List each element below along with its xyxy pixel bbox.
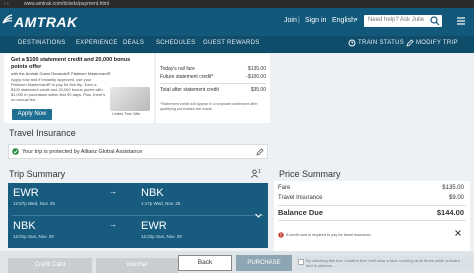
- chevron-down-icon[interactable]: ▾: [355, 17, 358, 23]
- hamburger-menu-icon[interactable]: [456, 16, 466, 26]
- check-circle-icon: [12, 148, 19, 155]
- totals-label-after-credit: Total after statement credit: [160, 87, 219, 93]
- edit-insurance-icon[interactable]: [256, 148, 264, 156]
- segment-1-arrival: 1:17p Wed, Nov. 25: [141, 201, 181, 206]
- segment-2-departure: 12:01p Sun, Nov. 29: [13, 234, 54, 239]
- insurance-card-note: A credit card is required to pay for tra…: [286, 233, 372, 237]
- segment-1-destination: NBK: [141, 187, 164, 199]
- fare-label: Fare: [278, 185, 291, 191]
- promo-card-caption: Limited Time Offer: [112, 112, 141, 116]
- modify-trip-link[interactable]: MODIFY TRIP: [416, 40, 458, 46]
- segment-2-origin: NBK: [13, 220, 36, 232]
- insurance-value: $9.00: [448, 195, 464, 201]
- terms-checkbox[interactable]: [298, 259, 304, 265]
- voucher-tab[interactable]: Voucher: [96, 258, 178, 273]
- totals-label-rail-fare: Today's rail fare: [160, 66, 195, 72]
- totals-value-credit: -$100.00: [246, 74, 266, 80]
- totals-footnote: *Statement credit will appear in a separ…: [160, 102, 258, 111]
- trip-summary-panel: EWR 12:57p Wed, Nov. 25 → NBK 1:17p Wed,…: [8, 183, 268, 248]
- promo-title: Get a $100 statement credit and 20,000 b…: [11, 57, 131, 70]
- join-link[interactable]: Join: [284, 17, 297, 24]
- segment-2-destination: EWR: [141, 220, 167, 232]
- price-divider: [278, 220, 466, 221]
- fare-value: $135.00: [442, 185, 464, 191]
- segment-1-origin: EWR: [13, 187, 39, 199]
- promo-body: Apply now and if instantly approved, use…: [11, 77, 106, 102]
- traveler-count: 1: [258, 169, 261, 175]
- terms-checkbox-text[interactable]: By checking this box I confirm that I wi…: [296, 256, 472, 270]
- search-icon[interactable]: [430, 16, 440, 26]
- sign-in-link[interactable]: Sign in: [305, 17, 326, 24]
- balance-due-label: Balance Due: [278, 208, 324, 217]
- info-icon: [278, 232, 284, 238]
- price-divider: [278, 205, 466, 206]
- promo-subtitle: with the Amtrak Guest Rewards® Platinum …: [11, 71, 111, 76]
- credit-card-image: [110, 87, 150, 111]
- nav-schedules[interactable]: SCHEDULES: [156, 40, 195, 46]
- nav-deals[interactable]: DEALS: [123, 40, 144, 46]
- totals-value-after-credit: $35.00: [250, 87, 266, 93]
- train-status-link[interactable]: TRAIN STATUS: [358, 40, 404, 46]
- travel-insurance-text: Your trip is protected by Allianz Global…: [22, 149, 143, 155]
- travel-insurance-title: Travel Insurance: [9, 128, 76, 138]
- pencil-icon[interactable]: [406, 39, 414, 47]
- chevron-down-icon[interactable]: [254, 211, 263, 220]
- arrow-right-icon: →: [109, 220, 117, 229]
- browser-nav-arrows[interactable]: ‹ ›: [4, 0, 9, 8]
- nav-experience[interactable]: EXPERIENCE: [76, 40, 118, 46]
- statement-credit-totals: Today's rail fare $135.00 Future stateme…: [156, 54, 270, 123]
- header-divider: |: [298, 17, 300, 24]
- train-status-icon[interactable]: [348, 39, 356, 47]
- purchase-button[interactable]: PURCHASE: [236, 255, 292, 271]
- totals-value-rail-fare: $135.00: [247, 66, 266, 72]
- arrow-right-icon: →: [109, 187, 117, 196]
- trip-divider: [12, 215, 264, 216]
- back-button[interactable]: Back: [178, 255, 232, 271]
- segment-1-departure: 12:57p Wed, Nov. 25: [13, 201, 55, 206]
- travel-insurance-bar: Your trip is protected by Allianz Global…: [8, 144, 268, 159]
- price-summary-panel: Fare $135.00 Travel Insurance $9.00 Bala…: [274, 181, 470, 251]
- totals-label-credit: Future statement credit*: [160, 74, 214, 80]
- segment-2-arrival: 12:22p Sun, Nov. 29: [141, 234, 182, 239]
- url-text[interactable]: www.amtrak.com/tickets/payment.html: [24, 0, 109, 8]
- nav-destinations[interactable]: DESTINATIONS: [18, 40, 66, 46]
- insurance-label: Travel Insurance: [278, 195, 323, 201]
- amtrak-logo-icon[interactable]: [2, 14, 13, 24]
- browser-url-bar[interactable]: ‹ › www.amtrak.com/tickets/payment.html: [0, 0, 474, 8]
- credit-card-tab[interactable]: Credit Card: [8, 258, 92, 273]
- trip-summary-title: Trip Summary: [9, 169, 66, 179]
- close-icon[interactable]: [454, 229, 462, 237]
- price-summary-title: Price Summary: [279, 169, 341, 179]
- totals-divider: [160, 83, 266, 84]
- amtrak-logo-text[interactable]: AMTRAK: [14, 14, 78, 30]
- apply-now-button[interactable]: Apply Now: [12, 109, 52, 120]
- balance-due-value: $144.00: [436, 208, 464, 217]
- language-select[interactable]: English: [332, 17, 355, 24]
- credit-card-promo: Get a $100 statement credit and 20,000 b…: [4, 54, 154, 123]
- nav-guest-rewards[interactable]: GUEST REWARDS: [203, 40, 260, 46]
